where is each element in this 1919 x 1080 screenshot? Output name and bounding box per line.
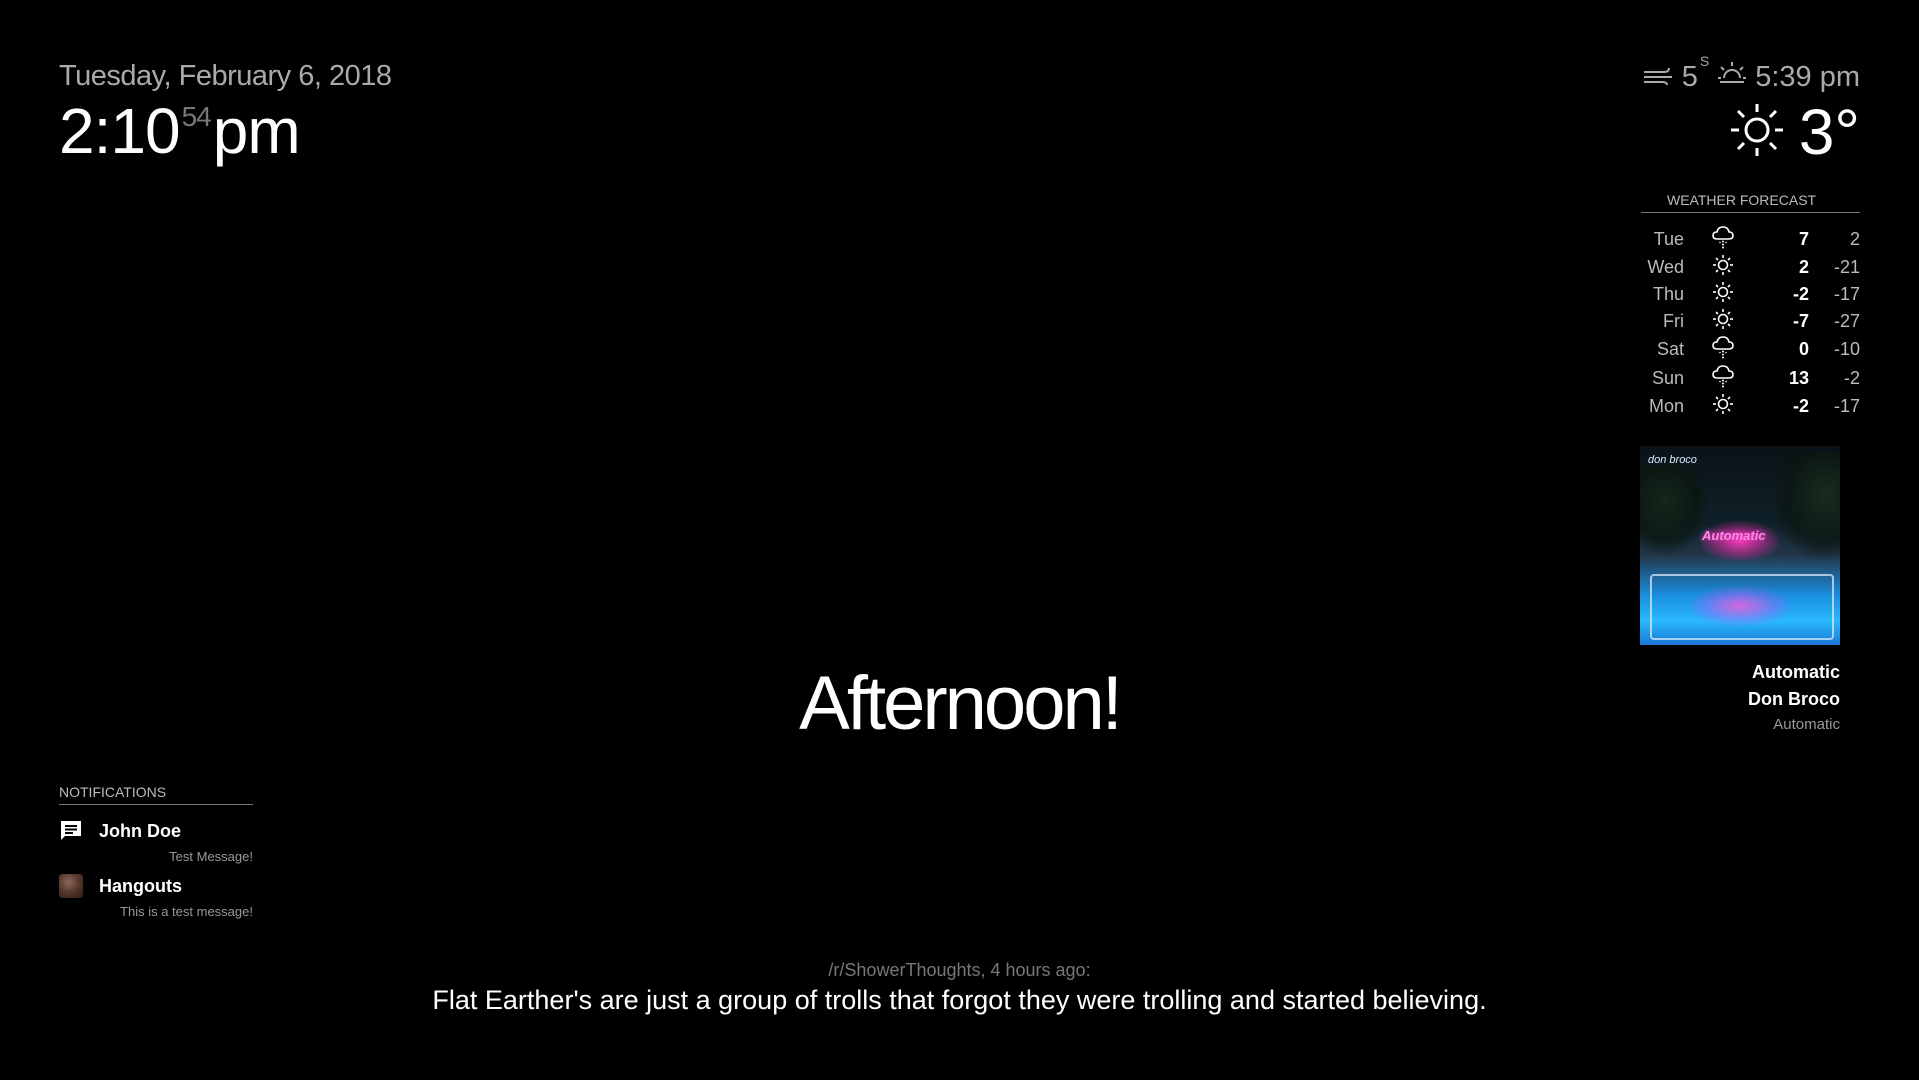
- forecast-row: Mon -2 -17: [1641, 393, 1860, 420]
- wind-icon: [1642, 61, 1674, 94]
- sun-icon: [1729, 102, 1785, 163]
- clock-time: 2:1054pm: [59, 99, 391, 163]
- notification-item: Hangouts This is a test message!: [59, 874, 253, 919]
- reddit-module: /r/ShowerThoughts, 4 hours ago: Flat Ear…: [0, 960, 1919, 1016]
- cover-pool-glow: [1690, 586, 1790, 626]
- forecast-max-temp: -2: [1792, 396, 1809, 416]
- cover-neon-text: Automatic: [1702, 528, 1766, 543]
- forecast-day: Mon: [1648, 396, 1684, 416]
- sun-icon: [1684, 281, 1762, 308]
- clock-date: Tuesday, February 6, 2018: [59, 60, 392, 92]
- current-temperature: 3°: [1798, 96, 1860, 168]
- forecast-table: Tue 7 2 Wed 2 -21 Thu -2 -17 Fri -7 -27 Sat 0 -10 Sun 13…: [1641, 225, 1860, 420]
- forecast-min-temp: -21: [1833, 257, 1860, 277]
- weather-forecast-module: WEATHER FORECAST Tue 7 2 Wed 2 -21 Thu -2 -17 Fri…: [1641, 192, 1860, 420]
- notification-body: Test Message!: [169, 849, 253, 864]
- forecast-day: Thu: [1652, 284, 1684, 304]
- rain-icon: [1684, 225, 1762, 254]
- notification-title: Hangouts: [99, 876, 182, 896]
- forecast-row: Sat 0 -10: [1641, 335, 1860, 364]
- notification-title: John Doe: [99, 821, 182, 841]
- forecast-day: Fri: [1663, 311, 1684, 331]
- forecast-day: Sun: [1651, 368, 1684, 388]
- current-weather-main: 3°: [1642, 100, 1860, 164]
- forecast-row: Sun 13 -2: [1641, 364, 1860, 393]
- current-weather-module: 5S 5:39 pm 3°: [1642, 52, 1860, 164]
- cover-palm-right: [1770, 451, 1840, 561]
- forecast-day: Wed: [1647, 257, 1684, 277]
- forecast-header: WEATHER FORECAST: [1641, 192, 1860, 213]
- forecast-row: Fri -7 -27: [1641, 308, 1860, 335]
- cover-brand-text: don broco: [1648, 454, 1697, 466]
- forecast-min-temp: -17: [1833, 284, 1860, 304]
- notification-item: John Doe Test Message!: [59, 819, 253, 864]
- clock-hours-minutes: 2:10: [59, 95, 181, 167]
- forecast-min-temp: -2: [1843, 368, 1860, 388]
- clock-seconds: 54: [181, 101, 212, 132]
- forecast-min-temp: -10: [1833, 339, 1860, 359]
- forecast-max-temp: 7: [1798, 229, 1809, 249]
- forecast-min-temp: -27: [1833, 311, 1860, 331]
- forecast-row: Wed 2 -21: [1641, 254, 1860, 281]
- forecast-min-temp: -17: [1833, 396, 1860, 416]
- greeting-text: Afternoon!: [799, 661, 1123, 746]
- current-weather-details: 5S 5:39 pm: [1642, 52, 1860, 94]
- sun-icon: [1684, 308, 1762, 335]
- forecast-max-temp: 2: [1798, 257, 1809, 277]
- rain-icon: [1684, 335, 1762, 364]
- reddit-post: Flat Earther's are just a group of troll…: [432, 985, 1487, 1015]
- sun-icon: [1684, 393, 1762, 420]
- forecast-min-temp: 2: [1849, 229, 1860, 249]
- forecast-max-temp: -7: [1792, 311, 1809, 331]
- reddit-source: /r/ShowerThoughts, 4 hours ago:: [828, 960, 1091, 980]
- sunset-time: 5:39 pm: [1755, 60, 1860, 93]
- album-cover: don broco Automatic: [1640, 446, 1840, 645]
- forecast-row: Thu -2 -17: [1641, 281, 1860, 308]
- notifications-header: NOTIFICATIONS: [59, 784, 253, 805]
- wind-speed: 5S: [1681, 52, 1710, 93]
- clock-module: Tuesday, February 6, 2018 2:1054pm: [59, 60, 392, 163]
- forecast-max-temp: 0: [1798, 339, 1809, 359]
- wind-unit: S: [1699, 52, 1710, 69]
- forecast-day: Tue: [1653, 229, 1684, 249]
- hangouts-avatar: [59, 874, 83, 898]
- forecast-max-temp: 13: [1788, 368, 1809, 388]
- forecast-row: Tue 7 2: [1641, 225, 1860, 254]
- clock-period: pm: [212, 95, 301, 167]
- notification-body: This is a test message!: [120, 904, 253, 919]
- forecast-max-temp: -2: [1792, 284, 1809, 304]
- sunset-icon: [1717, 60, 1747, 94]
- forecast-day: Sat: [1656, 339, 1684, 359]
- sun-icon: [1684, 254, 1762, 281]
- notifications-module: NOTIFICATIONS John Doe Test Message! Han…: [59, 784, 253, 929]
- rain-icon: [1684, 364, 1762, 393]
- message-icon: [59, 819, 83, 843]
